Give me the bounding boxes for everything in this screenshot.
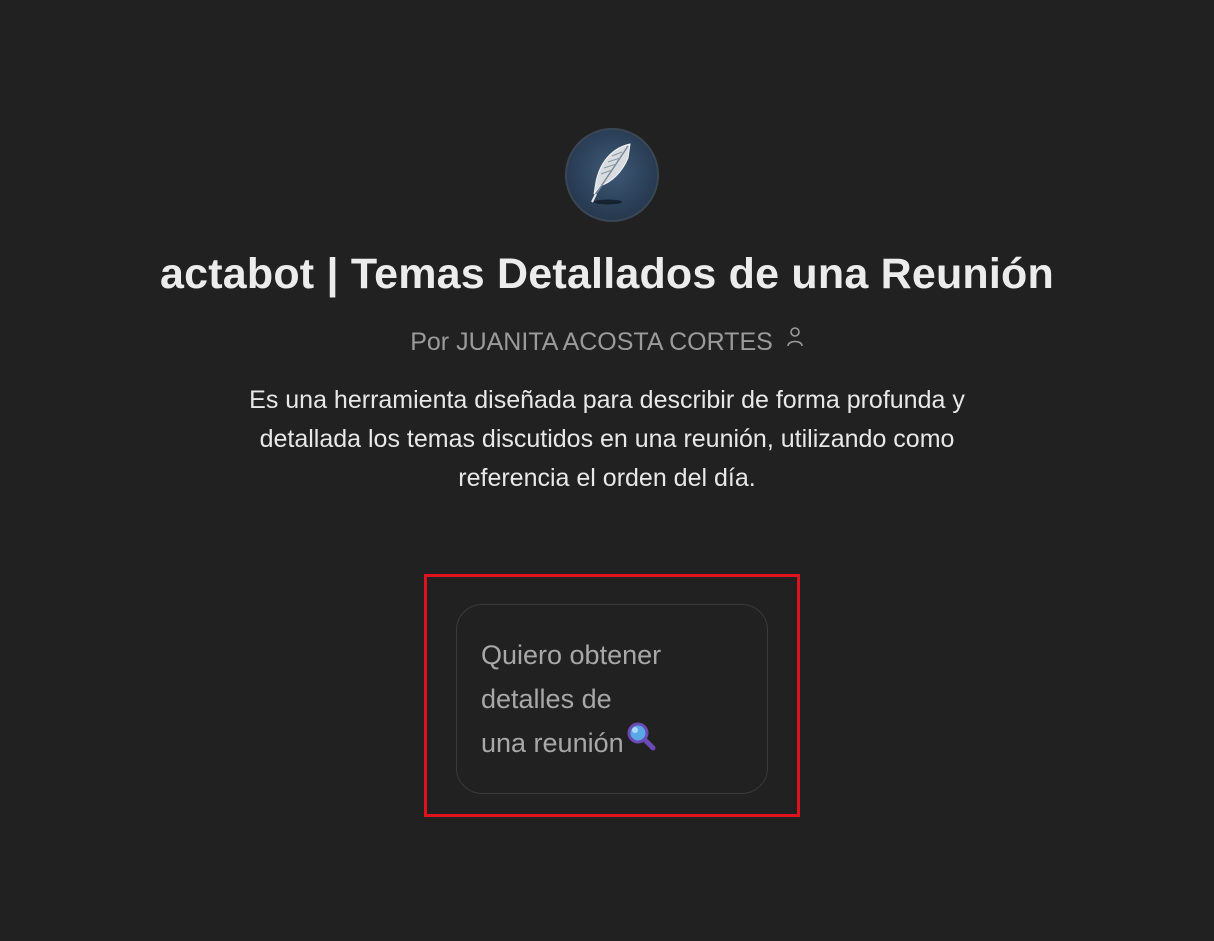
gpt-author[interactable]: Por JUANITA ACOSTA CORTES bbox=[0, 326, 1214, 357]
starter-line-3: una reunión bbox=[481, 728, 624, 758]
person-icon bbox=[786, 326, 804, 355]
starter-line-1: Quiero obtener bbox=[481, 640, 662, 670]
gpt-landing-page: actabot | Temas Detallados de una Reunió… bbox=[0, 0, 1214, 941]
magnifying-glass-icon bbox=[626, 720, 656, 764]
starter-line-2: detalles de bbox=[481, 684, 612, 714]
gpt-title: actabot | Temas Detallados de una Reunió… bbox=[160, 250, 1054, 298]
gpt-avatar bbox=[565, 128, 659, 222]
quill-feather-icon bbox=[582, 138, 642, 213]
author-label: Por JUANITA ACOSTA CORTES bbox=[410, 328, 773, 356]
gpt-description: Es una herramienta diseñada para describ… bbox=[249, 386, 965, 492]
conversation-starter-button[interactable]: Quiero obtener detalles de una reunión bbox=[456, 604, 768, 794]
